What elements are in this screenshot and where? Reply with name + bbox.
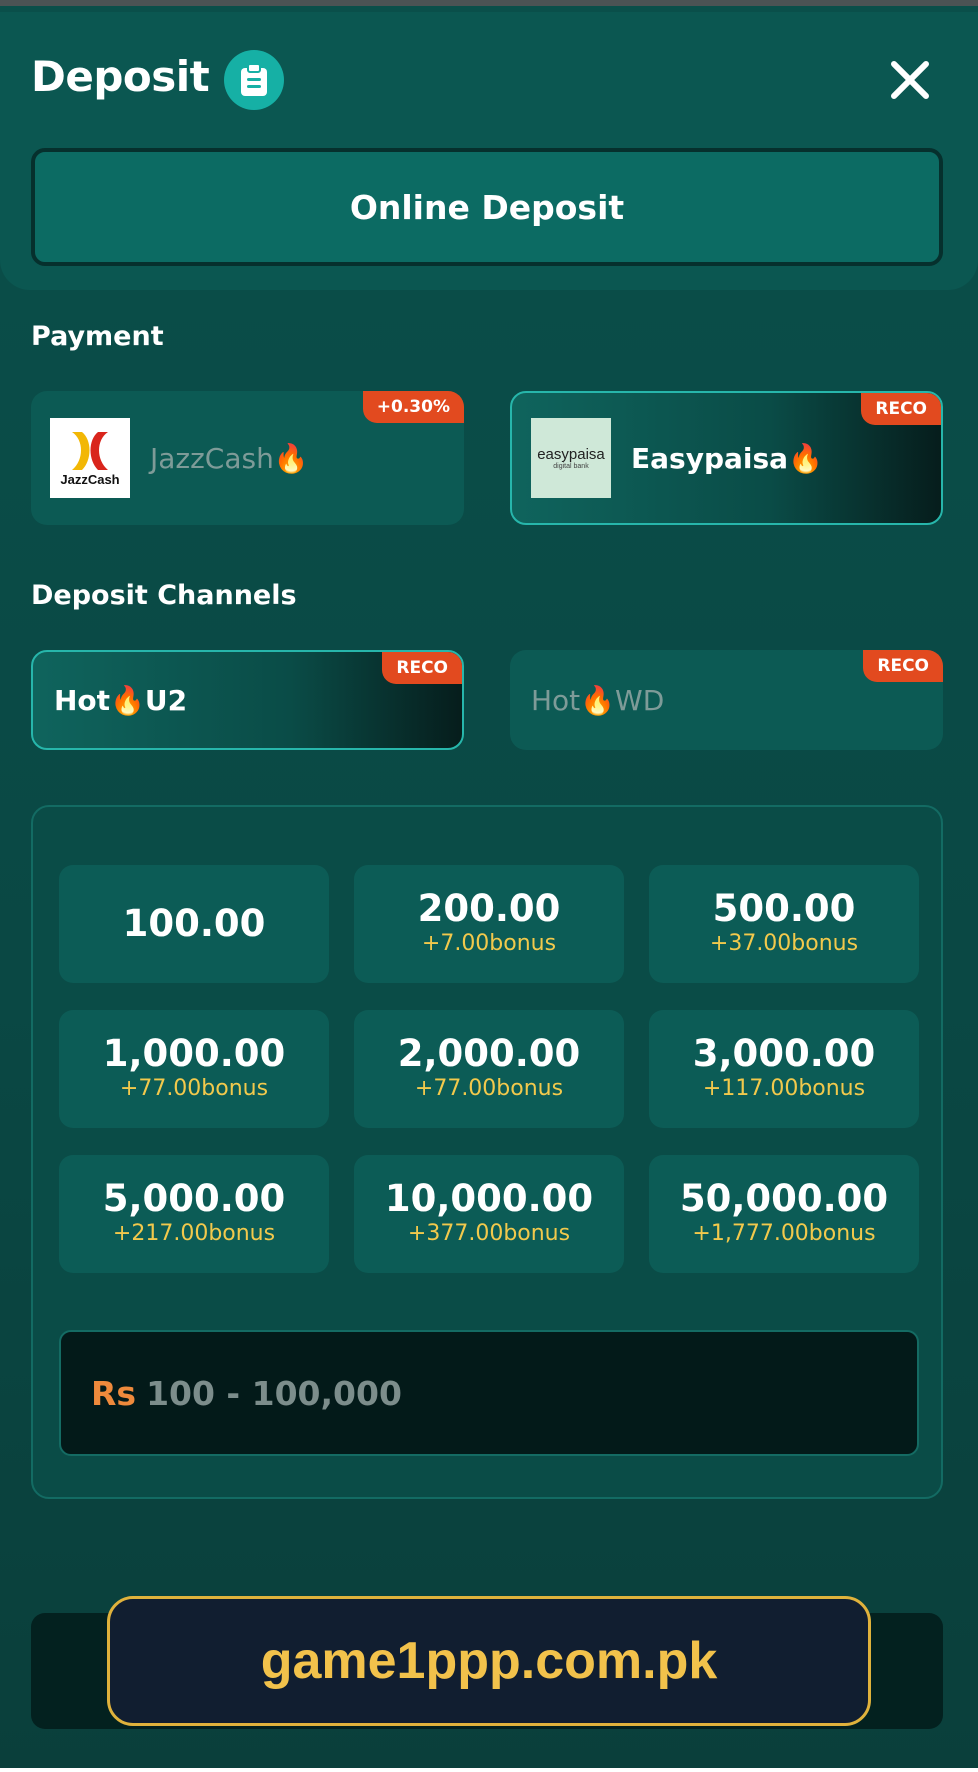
amount-bonus: +117.00bonus <box>702 1076 866 1102</box>
amount-bonus: +217.00bonus <box>112 1221 276 1247</box>
channel-hot-wd[interactable]: Hot🔥WD RECO <box>510 650 943 750</box>
easypaisa-logo-subtext: digital bank <box>553 463 589 470</box>
jazzcash-logo-text: JazzCash <box>60 471 120 487</box>
amount-option-3000[interactable]: 3,000.00 +117.00bonus <box>649 1010 919 1128</box>
payment-method-jazzcash[interactable]: JazzCash JazzCash🔥 +0.30% <box>31 391 464 525</box>
watermark-text: game1ppp.com.pk <box>260 1632 718 1690</box>
bonus-badge: +0.30% <box>362 391 464 423</box>
amount-option-200[interactable]: 200.00 +7.00bonus <box>354 865 624 983</box>
amount-bonus: +377.00bonus <box>407 1221 571 1247</box>
amount-value: 2,000.00 <box>397 1032 581 1076</box>
reco-badge: RECO <box>863 650 943 682</box>
jazzcash-logo-mark <box>72 431 108 470</box>
jazzcash-logo: JazzCash <box>50 418 130 498</box>
easypaisa-logo-text: easypaisa <box>537 446 605 463</box>
amount-value: 1,000.00 <box>102 1032 286 1076</box>
easypaisa-logo: easypaisa digital bank <box>531 418 611 498</box>
currency-label: Rs <box>91 1373 137 1413</box>
close-icon <box>891 61 929 99</box>
payment-section-title: Payment <box>31 321 164 352</box>
amount-value: 200.00 <box>417 887 561 931</box>
amount-option-2000[interactable]: 2,000.00 +77.00bonus <box>354 1010 624 1128</box>
reco-badge: RECO <box>382 652 462 684</box>
amount-option-1000[interactable]: 1,000.00 +77.00bonus <box>59 1010 329 1128</box>
clipboard-icon <box>241 63 267 96</box>
channel-label: Hot🔥WD <box>531 683 665 717</box>
payment-method-label: Easypaisa🔥 <box>631 441 823 475</box>
amount-bonus: +1,777.00bonus <box>692 1221 876 1247</box>
tab-online-deposit-label: Online Deposit <box>349 187 625 227</box>
amount-option-5000[interactable]: 5,000.00 +217.00bonus <box>59 1155 329 1273</box>
amount-value: 10,000.00 <box>384 1177 594 1221</box>
amount-option-10000[interactable]: 10,000.00 +377.00bonus <box>354 1155 624 1273</box>
amount-panel: 100.00 200.00 +7.00bonus 500.00 +37.00bo… <box>31 805 943 1499</box>
channel-hot-u2[interactable]: Hot🔥U2 RECO <box>31 650 464 750</box>
amount-option-50000[interactable]: 50,000.00 +1,777.00bonus <box>649 1155 919 1273</box>
page-title: Deposit <box>31 52 210 101</box>
deposit-record-button[interactable] <box>224 50 284 110</box>
amount-option-500[interactable]: 500.00 +37.00bonus <box>649 865 919 983</box>
amount-bonus: +7.00bonus <box>421 931 557 957</box>
amount-bonus: +37.00bonus <box>709 931 859 957</box>
deposit-channels-title: Deposit Channels <box>31 580 297 611</box>
amount-range-placeholder: 100 - 100,000 <box>146 1373 402 1413</box>
header-panel: Deposit Online Deposit <box>0 12 978 290</box>
amount-value: 3,000.00 <box>692 1032 876 1076</box>
amount-bonus: +77.00bonus <box>414 1076 564 1102</box>
amount-option-100[interactable]: 100.00 <box>59 865 329 983</box>
payment-method-easypaisa[interactable]: easypaisa digital bank Easypaisa🔥 RECO <box>510 391 943 525</box>
footer-strip <box>0 1768 978 1772</box>
deposit-page: Deposit Online Deposit Payment JazzCash … <box>0 0 978 1772</box>
amount-value: 5,000.00 <box>102 1177 286 1221</box>
site-watermark: game1ppp.com.pk <box>107 1596 871 1726</box>
channel-label: Hot🔥U2 <box>54 683 188 717</box>
payment-method-label: JazzCash🔥 <box>150 441 309 475</box>
amount-value: 500.00 <box>712 887 856 931</box>
amount-value: 50,000.00 <box>679 1177 889 1221</box>
amount-value: 100.00 <box>122 901 266 945</box>
amount-bonus: +77.00bonus <box>119 1076 269 1102</box>
reco-badge: RECO <box>861 393 941 425</box>
close-button[interactable] <box>886 56 934 104</box>
tab-online-deposit[interactable]: Online Deposit <box>31 148 943 266</box>
amount-input[interactable]: Rs 100 - 100,000 <box>59 1330 919 1456</box>
